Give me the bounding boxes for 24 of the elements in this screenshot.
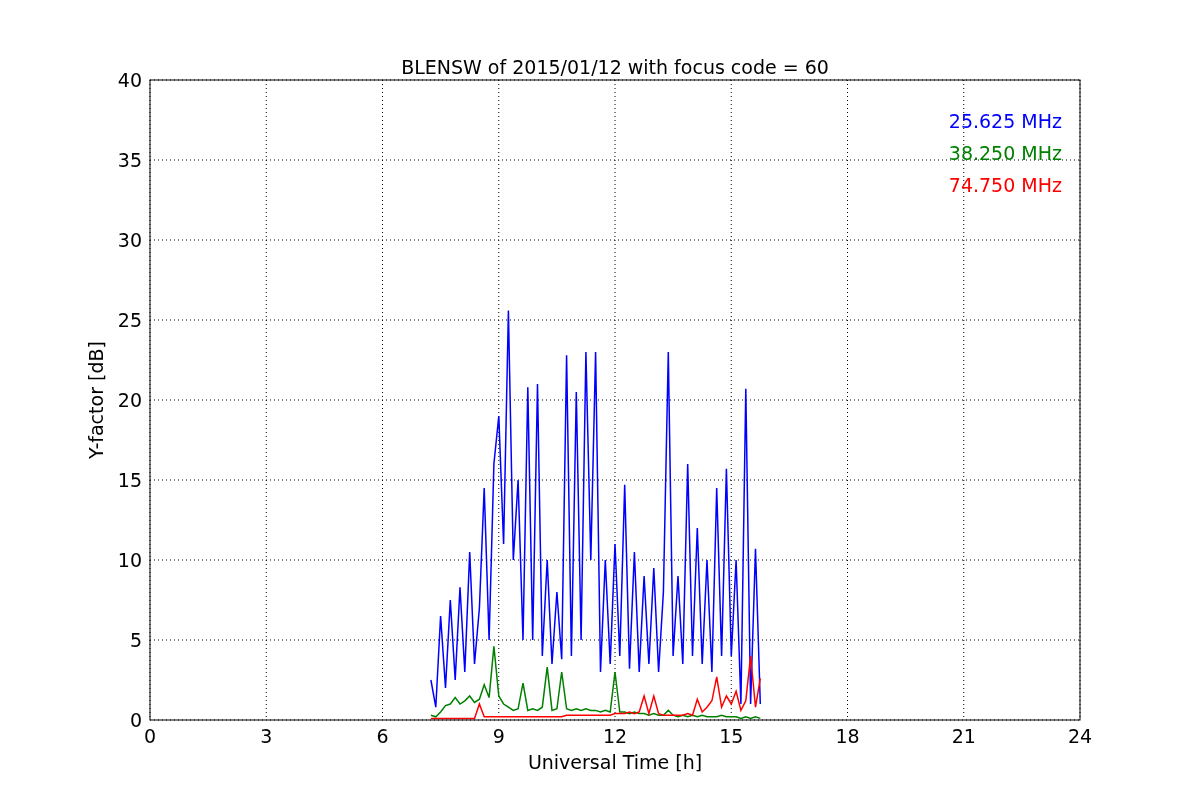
x-tick-label: 6 [376,725,389,747]
y-tick-label: 20 [117,389,142,411]
y-tick-label: 25 [117,309,142,331]
y-tick-label: 35 [117,149,142,171]
x-tick-label: 9 [492,725,505,747]
x-tick-label: 15 [719,725,744,747]
y-axis-label: Y-factor [dB] [85,341,107,459]
x-tick-label: 21 [951,725,976,747]
y-tick-label: 5 [129,629,142,651]
legend-label: 74.750 MHz [948,174,1062,196]
x-tick-label: 12 [602,725,628,747]
x-tick-label: 3 [260,725,273,747]
y-tick-label: 10 [117,549,142,571]
legend-label: 25.625 MHz [948,110,1062,132]
x-tick-label: 18 [835,725,860,747]
y-tick-label: 15 [117,469,142,491]
y-tick-label: 40 [117,69,142,91]
x-tick-label: 24 [1067,725,1093,747]
y-tick-label: 30 [117,229,142,251]
legend-label: 38.250 MHz [948,142,1062,164]
x-axis-label: Universal Time [h] [527,751,703,773]
y-tick-label: 0 [129,709,142,731]
x-tick-label: 0 [143,725,157,747]
chart-title: BLENSW of 2015/01/12 with focus code = 60 [401,56,829,78]
